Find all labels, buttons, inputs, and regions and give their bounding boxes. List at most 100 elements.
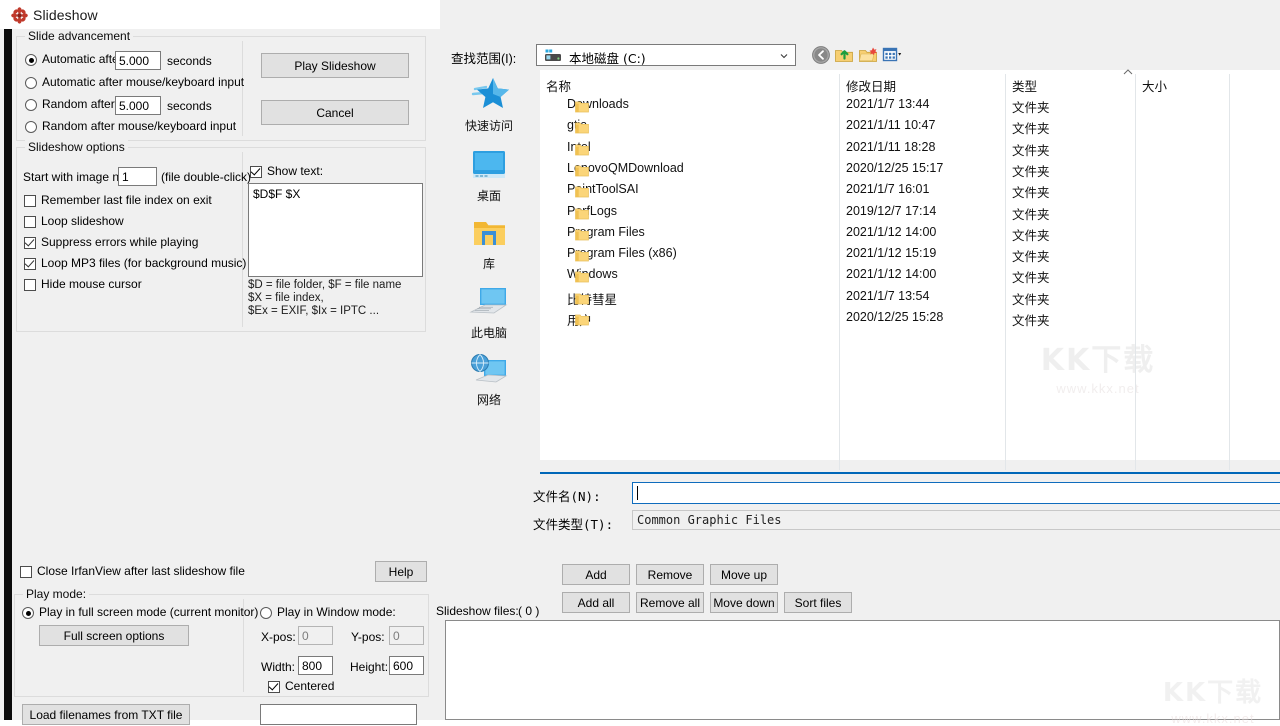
watermark-title: KK下载: [1040, 343, 1156, 378]
show-text-textarea[interactable]: $D$F $X: [248, 183, 423, 277]
file-type-cell: 文件夹: [1012, 122, 1050, 136]
place-label: 网络: [476, 393, 501, 407]
left-dark-strip: [4, 29, 12, 720]
look-in-combobox[interactable]: 本地磁盘 (C:): [536, 44, 796, 66]
add-button[interactable]: Add: [562, 564, 630, 585]
file-open-dialog: 查找范围(I): 本地磁盘 (C:) 快速访问 桌面 库 此电脑 网络 KK下载…: [440, 0, 1280, 720]
radio-label: Automatic after mouse/keyboard input: [42, 75, 245, 89]
file-date-cell: 2021/1/11 18:28: [846, 140, 936, 154]
filename-input[interactable]: [632, 482, 1280, 504]
chevron-down-icon[interactable]: [780, 52, 788, 60]
file-type-cell: 文件夹: [1012, 144, 1050, 158]
file-type-cell: 文件夹: [1012, 271, 1050, 285]
look-in-label: 查找范围(I):: [451, 52, 517, 66]
folder-icon: [575, 271, 589, 283]
slideshow-files-label: Slideshow files:: [436, 604, 519, 618]
folder-icon: [575, 229, 589, 241]
folder-icon: [575, 165, 589, 177]
table-row[interactable]: 比特彗星 2021/1/7 13:54 文件夹: [540, 287, 1280, 308]
quick-access-star-icon: [471, 78, 509, 108]
place-this-pc[interactable]: 此电脑: [445, 285, 533, 341]
bottom-right-input[interactable]: [260, 704, 417, 725]
file-name-cell: Windows: [567, 267, 618, 283]
table-row[interactable]: LenovoQMDownload 2020/12/25 15:17 文件夹: [540, 159, 1280, 180]
add-all-button[interactable]: Add all: [562, 592, 630, 613]
table-row[interactable]: Program Files (x86) 2021/1/12 15:19 文件夹: [540, 244, 1280, 265]
table-row[interactable]: Downloads 2021/1/7 13:44 文件夹: [540, 95, 1280, 116]
radio-label: Random after mouse/keyboard input: [42, 119, 237, 133]
look-in-value: 本地磁盘 (C:): [569, 51, 646, 66]
play-mode-group: Play mode: Play in full screen mode (cur…: [14, 587, 429, 697]
full-screen-options-button[interactable]: Full screen options: [39, 625, 189, 646]
remove-all-button[interactable]: Remove all: [636, 592, 704, 613]
column-header-date[interactable]: 修改日期: [846, 76, 896, 95]
folder-icon: [575, 293, 589, 305]
table-row[interactable]: 用户 2020/12/25 15:28 文件夹: [540, 308, 1280, 329]
column-header-size[interactable]: 大小: [1142, 76, 1167, 95]
place-library[interactable]: 库: [445, 216, 533, 272]
move-up-button[interactable]: Move up: [710, 564, 778, 585]
table-row[interactable]: PaintToolSAI 2021/1/7 16:01 文件夹: [540, 180, 1280, 201]
play-slideshow-button[interactable]: Play Slideshow: [261, 53, 409, 78]
view-mode-icon[interactable]: [882, 45, 902, 65]
file-name-cell: Downloads: [567, 97, 629, 113]
xpos-input[interactable]: [298, 626, 333, 645]
table-row[interactable]: Intel 2021/1/11 18:28 文件夹: [540, 138, 1280, 159]
ypos-input[interactable]: [389, 626, 424, 645]
height-input[interactable]: [389, 656, 424, 675]
checkbox-label: Remember last file index on exit: [41, 193, 212, 207]
slide-advancement-legend: Slide advancement: [25, 29, 134, 43]
xpos-label: X-pos:: [261, 630, 296, 644]
checkbox-label: Loop MP3 files (for background music): [41, 256, 247, 270]
file-date-cell: 2021/1/7 13:54: [846, 289, 930, 303]
back-icon[interactable]: [811, 45, 831, 65]
sort-files-button[interactable]: Sort files: [784, 592, 852, 613]
width-input[interactable]: [298, 656, 333, 675]
file-date-cell: 2021/1/7 16:01: [846, 182, 930, 196]
radio-label: Play in Window mode:: [277, 605, 396, 619]
table-row[interactable]: gtja 2021/1/11 10:47 文件夹: [540, 116, 1280, 137]
column-header-type[interactable]: 类型: [1012, 76, 1037, 95]
load-filenames-txt-button[interactable]: Load filenames from TXT file: [22, 704, 190, 725]
place-network[interactable]: 网络: [445, 352, 533, 408]
slideshow-options-legend: Slideshow options: [25, 140, 128, 154]
folder-icon: [575, 314, 589, 326]
play-mode-legend: Play mode:: [23, 587, 90, 601]
radio-label: Automatic after: [42, 52, 123, 66]
random-seconds-input[interactable]: [115, 96, 161, 115]
folder-icon: [575, 186, 589, 198]
new-folder-icon[interactable]: [858, 45, 878, 65]
slideshow-files-list[interactable]: [445, 620, 1280, 720]
up-folder-icon[interactable]: [834, 45, 854, 65]
folder-icon: [575, 101, 589, 113]
table-row[interactable]: Program Files 2021/1/12 14:00 文件夹: [540, 223, 1280, 244]
start-with-image-input[interactable]: [118, 167, 157, 186]
cancel-button[interactable]: Cancel: [261, 100, 409, 125]
file-date-cell: 2020/12/25 15:17: [846, 161, 944, 175]
slideshow-files-count: ( 0 ): [518, 604, 540, 618]
place-label: 快速访问: [464, 119, 513, 133]
help-button[interactable]: Help: [375, 561, 427, 582]
list-bottom-band: [540, 460, 1280, 472]
checkbox-label: Centered: [285, 679, 335, 693]
place-desktop[interactable]: 桌面: [445, 148, 533, 204]
table-row[interactable]: Windows 2021/1/12 14:00 文件夹: [540, 265, 1280, 286]
automatic-seconds-input[interactable]: [115, 51, 161, 70]
folder-icon: [575, 250, 589, 262]
remove-button[interactable]: Remove: [636, 564, 704, 585]
file-name-cell: PerfLogs: [567, 204, 618, 220]
file-name-cell: LenovoQMDownload: [567, 161, 684, 177]
sort-ascending-icon: [1123, 69, 1133, 75]
file-date-cell: 2021/1/11 10:47: [846, 118, 936, 132]
place-quick-access[interactable]: 快速访问: [445, 76, 533, 134]
table-row[interactable]: PerfLogs 2019/12/7 17:14 文件夹: [540, 202, 1280, 223]
move-down-button[interactable]: Move down: [710, 592, 778, 613]
title-bar: Slideshow: [0, 0, 440, 29]
width-label: Width:: [261, 660, 296, 674]
file-type-cell: 文件夹: [1012, 101, 1050, 115]
filetype-combobox[interactable]: Common Graphic Files: [632, 510, 1280, 530]
watermark-center: KK下载 www.kkx.net: [1003, 335, 1193, 396]
checkbox-label: Show text:: [267, 164, 324, 178]
slideshow-options-group: Slideshow options Start with image nr.: …: [16, 140, 426, 332]
column-header-name[interactable]: 名称: [546, 76, 571, 95]
